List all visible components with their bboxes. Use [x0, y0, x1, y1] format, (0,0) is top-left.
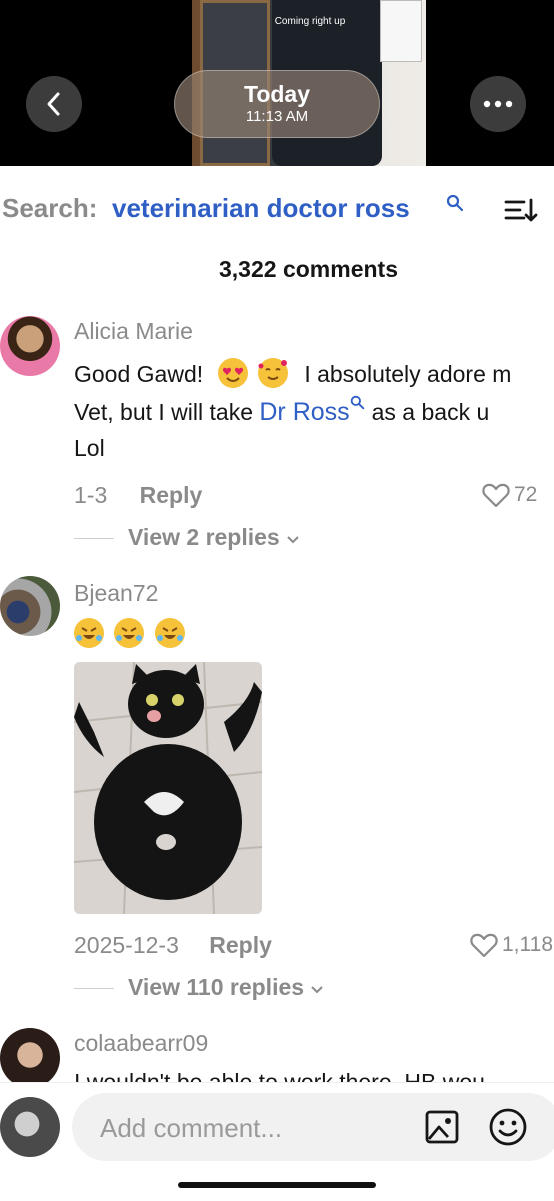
comment-text: I wouldn't be able to work there. HB wou: [74, 1069, 485, 1082]
comment-date: 2025-12-3: [74, 932, 179, 958]
avatar[interactable]: [0, 1028, 60, 1082]
like-count: 1,118: [502, 933, 553, 956]
smiling-hearts-emoji-icon: [257, 358, 288, 388]
like-button[interactable]: 72: [482, 480, 537, 510]
whiteboard-shape: [380, 0, 422, 62]
view-replies-button[interactable]: View 2 replies: [74, 522, 300, 552]
cat-photo-icon: [74, 662, 262, 914]
rofl-emoji-icon: [154, 618, 185, 648]
comment-text-part: Good Gawd!: [74, 361, 204, 387]
current-user-avatar: [0, 1097, 60, 1157]
date-label: Today: [243, 81, 311, 107]
comment-input-container[interactable]: [72, 1093, 554, 1163]
chevron-down-icon: [311, 986, 324, 994]
divider-line: [74, 538, 114, 540]
comment-date: 1-3: [74, 482, 108, 508]
comment-item: colaabearr09 I wouldn't be able to work …: [0, 1026, 554, 1082]
divider-line: [74, 988, 114, 990]
mention-link[interactable]: Dr Ross: [259, 395, 371, 426]
view-replies-label: View 2 replies: [128, 524, 280, 550]
chevron-down-icon: [287, 536, 299, 544]
comment-text-part: Vet, but I will take: [74, 399, 253, 425]
like-count: 72: [514, 483, 538, 506]
comment-text-line: Good Gawd! I absolutely adore m: [74, 356, 511, 392]
comment-username[interactable]: Alicia Marie: [74, 316, 193, 346]
comment-input[interactable]: [98, 1093, 402, 1163]
chevron-left-icon: [47, 92, 60, 116]
reply-button[interactable]: Reply: [140, 482, 203, 508]
heart-icon: [482, 483, 510, 508]
time-label: 11:13 AM: [245, 108, 309, 125]
rofl-emoji-icon: [74, 618, 104, 648]
avatar[interactable]: [0, 316, 60, 376]
like-button[interactable]: 1,118: [470, 930, 553, 960]
search-query-link[interactable]: veterinarian doctor ross: [112, 190, 410, 226]
comment-username[interactable]: colaabearr09: [74, 1028, 208, 1058]
comment-count: 3,322 comments: [219, 256, 398, 282]
image-icon[interactable]: [424, 1109, 460, 1145]
comment-text-part: I absolutely adore m: [304, 361, 512, 387]
search-prefix: Search:: [2, 193, 98, 223]
view-replies-label: View 110 replies: [128, 974, 305, 1000]
comment-meta: 2025-12-3 Reply: [74, 930, 272, 960]
view-replies-button[interactable]: View 110 replies: [74, 972, 324, 1002]
more-button[interactable]: [470, 76, 526, 132]
comment-text-line: Vet, but I will take Dr Ross as a back u: [74, 394, 489, 430]
heart-eyes-emoji-icon: [217, 358, 248, 388]
sort-icon[interactable]: [500, 194, 540, 226]
comment-meta: 1-3 Reply: [74, 480, 202, 510]
avatar[interactable]: [0, 576, 60, 636]
search-icon: [350, 395, 364, 410]
comment-text-line: Lol: [74, 435, 105, 461]
mention-link-label: Dr Ross: [259, 398, 350, 426]
search-suggestion-row[interactable]: Search: veterinarian doctor ross: [0, 190, 554, 226]
heart-icon: [470, 933, 498, 958]
date-pill: Today 11:13 AM: [174, 70, 380, 138]
ellipsis-icon: [483, 100, 513, 108]
home-indicator[interactable]: [178, 1182, 376, 1188]
attached-image[interactable]: [74, 662, 262, 914]
reply-button[interactable]: Reply: [209, 932, 272, 958]
rofl-emoji-icon: [114, 618, 145, 648]
comment-text-part: as a back u: [371, 399, 490, 425]
comment-item: Bjean72 2025-12-3 Reply 1,118 View 110 r…: [0, 576, 554, 1006]
comment-emoji-line: [74, 616, 189, 652]
back-button[interactable]: [26, 76, 82, 132]
comment-item: Alicia Marie Good Gawd! I absolutely ado…: [0, 316, 554, 556]
comment-username[interactable]: Bjean72: [74, 578, 158, 608]
search-icon: [446, 194, 464, 212]
video-banner-text: Coming right up: [274, 16, 346, 27]
emoji-icon[interactable]: [488, 1107, 528, 1147]
